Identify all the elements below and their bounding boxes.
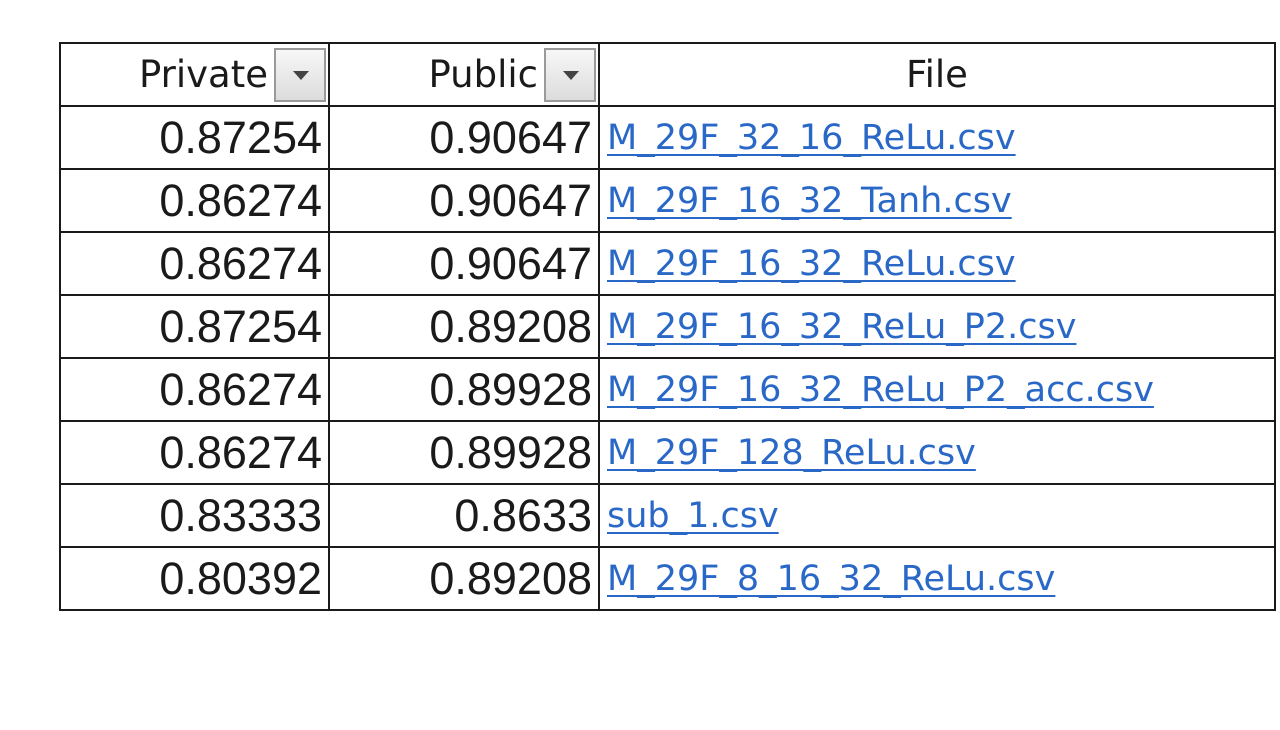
public-cell[interactable]: 0.89928 [328, 357, 600, 422]
header-row: Private Public File [59, 42, 1276, 107]
table-row: 0.80392 0.89208 M_29F_8_16_32_ReLu.csv [59, 546, 1276, 611]
public-cell[interactable]: 0.90647 [328, 105, 600, 170]
header-private: Private [59, 42, 330, 107]
file-cell[interactable]: M_29F_32_16_ReLu.csv [598, 105, 1276, 170]
header-file: File [598, 42, 1276, 107]
file-cell[interactable]: M_29F_16_32_ReLu_P2.csv [598, 294, 1276, 359]
private-cell[interactable]: 0.86274 [59, 231, 330, 296]
file-cell[interactable]: M_29F_128_ReLu.csv [598, 420, 1276, 485]
file-link[interactable]: M_29F_16_32_ReLu_P2.csv [607, 307, 1076, 347]
private-cell[interactable]: 0.86274 [59, 420, 330, 485]
file-cell[interactable]: M_29F_8_16_32_ReLu.csv [598, 546, 1276, 611]
private-cell[interactable]: 0.86274 [59, 357, 330, 422]
private-filter-button[interactable] [274, 48, 326, 102]
private-cell[interactable]: 0.83333 [59, 483, 330, 548]
private-cell[interactable]: 0.87254 [59, 294, 330, 359]
table-row: 0.83333 0.8633 sub_1.csv [59, 483, 1276, 548]
file-link[interactable]: M_29F_16_32_Tanh.csv [607, 181, 1012, 221]
table-row: 0.86274 0.90647 M_29F_16_32_ReLu.csv [59, 231, 1276, 296]
file-cell[interactable]: M_29F_16_32_ReLu_P2_acc.csv [598, 357, 1276, 422]
results-table: Private Public File 0.87254 0.90647 M_29… [59, 42, 1276, 611]
private-cell[interactable]: 0.80392 [59, 546, 330, 611]
header-private-label: Private [139, 53, 268, 96]
file-link[interactable]: sub_1.csv [607, 496, 779, 536]
file-link[interactable]: M_29F_16_32_ReLu_P2_acc.csv [607, 370, 1154, 410]
public-cell[interactable]: 0.90647 [328, 168, 600, 233]
private-cell[interactable]: 0.86274 [59, 168, 330, 233]
header-public: Public [328, 42, 600, 107]
public-cell[interactable]: 0.89208 [328, 294, 600, 359]
public-cell[interactable]: 0.89208 [328, 546, 600, 611]
table-row: 0.86274 0.90647 M_29F_16_32_Tanh.csv [59, 168, 1276, 233]
file-link[interactable]: M_29F_32_16_ReLu.csv [607, 118, 1016, 158]
table-row: 0.87254 0.90647 M_29F_32_16_ReLu.csv [59, 105, 1276, 170]
header-file-label: File [906, 53, 968, 96]
file-cell[interactable]: sub_1.csv [598, 483, 1276, 548]
table-row: 0.86274 0.89928 M_29F_16_32_ReLu_P2_acc.… [59, 357, 1276, 422]
public-cell[interactable]: 0.90647 [328, 231, 600, 296]
table-row: 0.87254 0.89208 M_29F_16_32_ReLu_P2.csv [59, 294, 1276, 359]
public-cell[interactable]: 0.89928 [328, 420, 600, 485]
table-row: 0.86274 0.89928 M_29F_128_ReLu.csv [59, 420, 1276, 485]
file-cell[interactable]: M_29F_16_32_ReLu.csv [598, 231, 1276, 296]
public-cell[interactable]: 0.8633 [328, 483, 600, 548]
file-link[interactable]: M_29F_8_16_32_ReLu.csv [607, 559, 1055, 599]
header-public-label: Public [428, 53, 538, 96]
private-cell[interactable]: 0.87254 [59, 105, 330, 170]
file-cell[interactable]: M_29F_16_32_Tanh.csv [598, 168, 1276, 233]
file-link[interactable]: M_29F_128_ReLu.csv [607, 433, 976, 473]
file-link[interactable]: M_29F_16_32_ReLu.csv [607, 244, 1016, 284]
public-filter-button[interactable] [544, 48, 596, 102]
